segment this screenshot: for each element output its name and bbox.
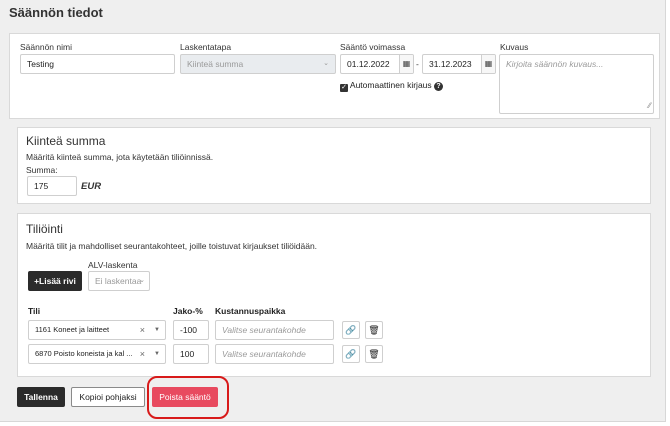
date-start-value: 01.12.2022 (347, 59, 390, 69)
cost-center-input[interactable]: Valitse seurantakohde (215, 320, 334, 340)
currency-label: EUR (81, 181, 102, 192)
fixed-amount-heading: Kiinteä summa (26, 134, 106, 148)
resize-handle-icon[interactable]: ∕∕ (648, 99, 651, 113)
auto-posting-checkbox-row[interactable]: ✓ Automaattinen kirjaus ? (340, 80, 444, 92)
share-input[interactable]: 100 (173, 344, 209, 364)
amount-label: Summa: (26, 165, 58, 175)
date-end-input[interactable]: 31.12.2023 ▦ (422, 54, 496, 74)
account-value: 6870 Poisto koneista ja kal ... (35, 349, 133, 358)
checkbox-icon[interactable]: ✓ (340, 84, 348, 92)
amount-input[interactable]: 175 (27, 176, 77, 196)
description-placeholder: Kirjoita säännön kuvaus... (506, 59, 604, 69)
description-label: Kuvaus (500, 42, 529, 52)
vat-value: Ei laskentaa (95, 276, 142, 286)
date-end-value: 31.12.2023 (429, 59, 472, 69)
posting-description: Määritä tilit ja mahdolliset seurantakoh… (26, 241, 318, 251)
account-select[interactable]: 1161 Koneet ja laitteet × ▼ (28, 320, 166, 340)
rule-info-card: Säännön nimi Testing Laskentatapa Kiinte… (9, 33, 660, 119)
col-header-account: Tili (28, 306, 41, 316)
col-header-cost: Kustannuspaikka (215, 306, 286, 316)
trash-icon[interactable]: 🗑 (365, 321, 383, 339)
calendar-icon[interactable]: ▦ (399, 55, 413, 73)
validity-label: Sääntö voimassa (340, 42, 406, 52)
cost-center-input[interactable]: Valitse seurantakohde (215, 344, 334, 364)
fixed-amount-card: Kiinteä summa Määritä kiinteä summa, jot… (17, 127, 651, 204)
col-header-share: Jako-% (173, 306, 203, 316)
posting-heading: Tiliöinti (26, 222, 63, 236)
calc-method-value: Kiinteä summa (187, 59, 244, 69)
copy-as-template-button[interactable]: Kopioi pohjaksi (71, 387, 145, 407)
vat-label: ALV-laskenta (88, 260, 138, 270)
date-separator: - (416, 59, 419, 69)
vat-select[interactable]: Ei laskentaa ⌄ (88, 271, 150, 291)
save-button[interactable]: Tallenna (17, 387, 65, 407)
calc-method-label: Laskentatapa (180, 42, 232, 52)
fixed-amount-description: Määritä kiinteä summa, jota käytetään ti… (26, 152, 214, 162)
description-textarea[interactable]: Kirjoita säännön kuvaus... ∕∕ (499, 54, 654, 114)
posting-card: Tiliöinti Määritä tilit ja mahdolliset s… (17, 213, 651, 377)
page-title: Säännön tiedot (9, 5, 103, 20)
trash-icon[interactable]: 🗑 (365, 345, 383, 363)
chevron-down-icon: ⌄ (323, 60, 329, 67)
date-start-input[interactable]: 01.12.2022 ▦ (340, 54, 414, 74)
clear-icon[interactable]: × (140, 321, 145, 339)
add-row-button[interactable]: +Lisää rivi (28, 271, 82, 291)
chevron-down-icon[interactable]: ▼ (154, 345, 160, 363)
help-icon[interactable]: ? (434, 82, 444, 91)
link-icon[interactable]: 🔗 (342, 345, 360, 363)
rule-name-input[interactable]: Testing (20, 54, 175, 74)
clear-icon[interactable]: × (140, 345, 145, 363)
account-value: 1161 Koneet ja laitteet (35, 325, 110, 334)
account-select[interactable]: 6870 Poisto koneista ja kal ... × ▼ (28, 344, 166, 364)
calc-method-select[interactable]: Kiinteä summa ⌄ (180, 54, 336, 74)
link-icon[interactable]: 🔗 (342, 321, 360, 339)
calendar-icon[interactable]: ▦ (481, 55, 495, 73)
auto-posting-label: Automaattinen kirjaus (349, 80, 432, 90)
chevron-down-icon: ⌄ (139, 277, 145, 284)
rule-name-label: Säännön nimi (20, 42, 72, 52)
chevron-down-icon[interactable]: ▼ (154, 321, 160, 339)
share-input[interactable]: -100 (173, 320, 209, 340)
rule-details-panel: Säännön tiedot Säännön nimi Testing Lask… (0, 0, 666, 422)
highlight-annotation (147, 376, 229, 419)
